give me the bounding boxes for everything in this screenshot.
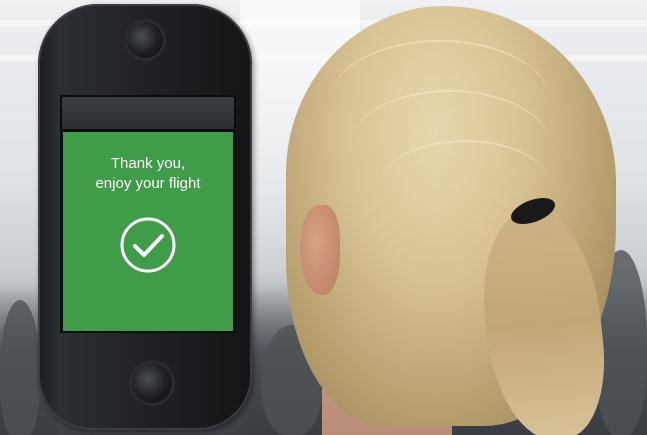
ear	[300, 205, 340, 295]
screen-message-line2: enjoy your flight	[95, 175, 201, 192]
camera-icon	[127, 22, 163, 58]
screen-header-bar	[62, 97, 234, 129]
kiosk-screen: Thank you, enjoy your flight	[63, 132, 233, 331]
photo-scene: Thank you, enjoy your flight	[0, 0, 647, 435]
screen-message-line1: Thank you,	[110, 155, 186, 172]
background-person	[0, 300, 40, 435]
camera-icon	[132, 363, 172, 403]
screen-message: Thank you, enjoy your flight	[63, 154, 233, 194]
checkmark-circle-icon	[120, 217, 176, 273]
